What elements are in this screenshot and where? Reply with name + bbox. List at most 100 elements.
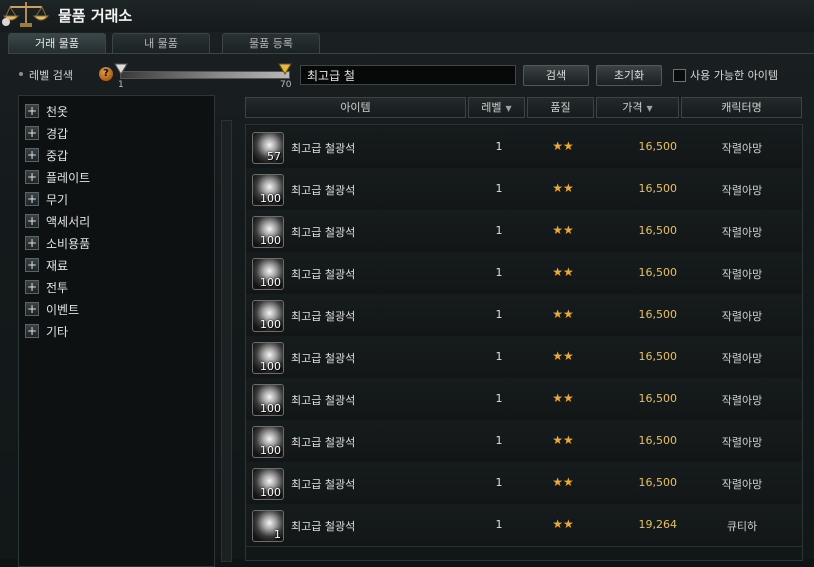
item-level: 1 [495, 308, 503, 321]
iron-ore-icon[interactable]: 100 [252, 174, 284, 206]
item-price: 16,500 [638, 224, 678, 237]
window-title: 물품 거래소 [58, 7, 133, 25]
quality-stars: ★★ [552, 517, 574, 531]
iron-ore-icon[interactable]: 1 [252, 510, 284, 542]
table-header: 아이템 레벨 ▼ 품질 가격 ▼ 캐릭터명 [245, 97, 803, 119]
tab-trade-items[interactable]: 거래 물품 [8, 33, 106, 54]
table-row[interactable]: 100 최고급 철광석 1 ★★ 16,500 작렬아망 [246, 168, 802, 211]
quality-stars: ★★ [552, 265, 574, 279]
plus-icon[interactable]: + [25, 280, 39, 294]
iron-ore-icon[interactable]: 100 [252, 468, 284, 500]
table-row[interactable]: 100 최고급 철광석 1 ★★ 16,500 작렬아망 [246, 336, 802, 379]
plus-icon[interactable]: + [25, 170, 39, 184]
seller-name: 작렬아망 [721, 142, 763, 155]
title-bar: 물품 거래소 [0, 0, 814, 32]
plus-icon[interactable]: + [25, 324, 39, 338]
iron-ore-icon[interactable]: 100 [252, 258, 284, 290]
table-row[interactable]: 100 최고급 철광석 1 ★★ 16,500 작렬아망 [246, 420, 802, 463]
search-input[interactable] [300, 65, 516, 85]
level-search-label: 레벨 검색 [29, 69, 73, 82]
item-price: 16,500 [638, 140, 678, 153]
item-price: 16,500 [638, 308, 678, 321]
table-row[interactable]: 57 최고급 철광석 1 ★★ 16,500 작렬아망 [246, 126, 802, 169]
quality-stars: ★★ [552, 139, 574, 153]
plus-icon[interactable]: + [25, 126, 39, 140]
seller-name: 작렬아망 [721, 310, 763, 323]
level-max-value: 70 [280, 80, 292, 90]
plus-icon[interactable]: + [25, 104, 39, 118]
plus-icon[interactable]: + [25, 192, 39, 206]
table-row[interactable]: 100 최고급 철광석 1 ★★ 16,500 작렬아망 [246, 210, 802, 253]
column-header-item[interactable]: 아이템 [245, 97, 466, 118]
item-level: 1 [495, 476, 503, 489]
table-row[interactable]: 100 최고급 철광석 1 ★★ 16,500 작렬아망 [246, 462, 802, 505]
stack-count: 100 [260, 192, 281, 205]
column-header-level[interactable]: 레벨 ▼ [468, 97, 525, 118]
item-level: 1 [495, 266, 503, 279]
seller-name: 작렬아망 [721, 478, 763, 491]
quality-stars: ★★ [552, 475, 574, 489]
table-row[interactable]: 1 최고급 철광석 1 ★★ 19,264 큐티하 [246, 504, 802, 547]
item-price: 16,500 [638, 392, 678, 405]
table-row[interactable]: 100 최고급 철광석 1 ★★ 16,500 작렬아망 [246, 378, 802, 421]
level-min-value: 1 [118, 80, 124, 90]
stack-count: 100 [260, 486, 281, 499]
table-row[interactable]: 100 최고급 철광석 1 ★★ 16,500 작렬아망 [246, 294, 802, 337]
usable-only-checkbox[interactable] [673, 69, 686, 82]
table-row[interactable]: 100 최고급 철광석 1 ★★ 16,500 작렬아망 [246, 252, 802, 295]
column-header-seller[interactable]: 캐릭터명 [681, 97, 802, 118]
tab-my-items[interactable]: 내 물품 [112, 33, 210, 54]
category-tree: + 천옷 + 경갑 + 중갑 + 플레이트 + 무기 + 액세서리 + 소비용품 + 재료 + 전… [18, 95, 215, 567]
usable-only-label: 사용 가능한 아이템 [690, 69, 778, 82]
item-name: 최고급 철광석 [291, 184, 356, 197]
scale-icon [2, 2, 50, 27]
plus-icon[interactable]: + [25, 214, 39, 228]
item-name: 최고급 철광석 [291, 268, 356, 281]
iron-ore-icon[interactable]: 100 [252, 342, 284, 374]
iron-ore-icon[interactable]: 57 [252, 132, 284, 164]
item-price: 16,500 [638, 350, 678, 363]
item-level: 1 [495, 350, 503, 363]
column-header-price[interactable]: 가격 ▼ [596, 97, 679, 118]
iron-ore-icon[interactable]: 100 [252, 216, 284, 248]
seller-name: 작렬아망 [721, 268, 763, 281]
stack-count: 57 [267, 150, 281, 163]
tab-divider [8, 53, 814, 54]
quality-stars: ★★ [552, 223, 574, 237]
stack-count: 100 [260, 318, 281, 331]
plus-icon[interactable]: + [25, 258, 39, 272]
tab-register-item[interactable]: 물품 등록 [222, 33, 320, 54]
quality-stars: ★★ [552, 391, 574, 405]
column-header-quality[interactable]: 품질 [527, 97, 594, 118]
slider-max-handle[interactable] [278, 63, 292, 75]
quality-stars: ★★ [552, 349, 574, 363]
item-level: 1 [495, 140, 503, 153]
quality-stars: ★★ [552, 181, 574, 195]
iron-ore-icon[interactable]: 100 [252, 426, 284, 458]
help-icon[interactable]: ? [99, 67, 113, 81]
item-price: 16,500 [638, 182, 678, 195]
plus-icon[interactable]: + [25, 302, 39, 316]
item-price: 16,500 [638, 266, 678, 279]
item-name: 최고급 철광석 [291, 142, 356, 155]
chevron-down-icon: ▼ [505, 104, 512, 113]
item-price: 19,264 [638, 518, 678, 531]
seller-name: 작렬아망 [721, 436, 763, 449]
seller-name: 작렬아망 [721, 394, 763, 407]
plus-icon[interactable]: + [25, 236, 39, 250]
iron-ore-icon[interactable]: 100 [252, 300, 284, 332]
quality-stars: ★★ [552, 307, 574, 321]
bullet-icon [19, 72, 23, 76]
slider-min-handle[interactable] [114, 63, 128, 75]
plus-icon[interactable]: + [25, 148, 39, 162]
iron-ore-icon[interactable]: 100 [252, 384, 284, 416]
scrollbar[interactable] [221, 120, 232, 562]
level-range-slider[interactable] [120, 71, 290, 79]
item-price: 16,500 [638, 476, 678, 489]
stack-count: 100 [260, 276, 281, 289]
search-button[interactable]: 검색 [523, 65, 589, 86]
reset-button[interactable]: 초기화 [596, 65, 662, 86]
item-level: 1 [495, 224, 503, 237]
item-level: 1 [495, 182, 503, 195]
item-price: 16,500 [638, 434, 678, 447]
